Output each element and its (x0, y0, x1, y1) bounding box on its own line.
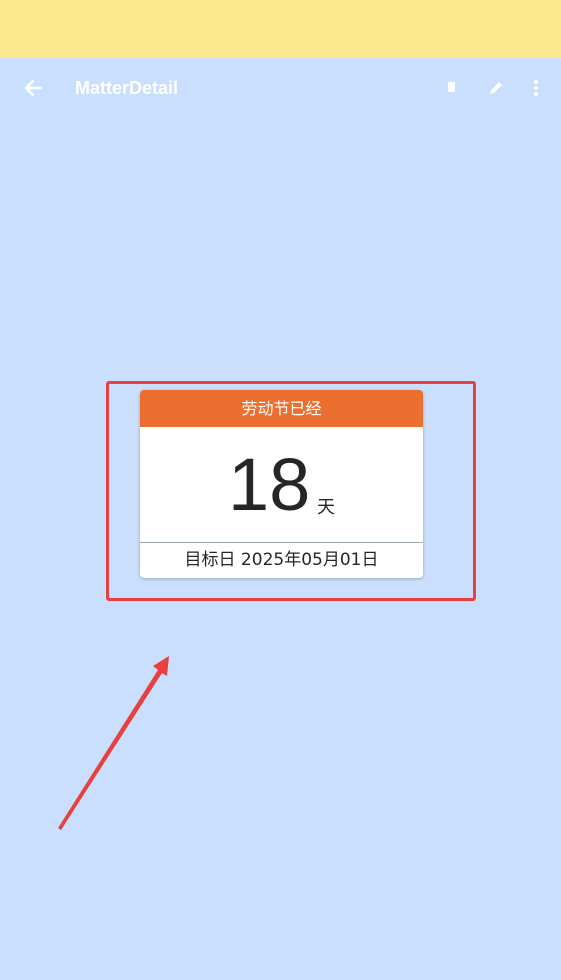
app-bar: MatterDetail (0, 58, 561, 118)
page-title: MatterDetail (75, 78, 179, 98)
arrow-back-icon[interactable] (18, 74, 48, 102)
more-vertical-icon[interactable] (524, 76, 548, 100)
delete-icon[interactable] (440, 76, 464, 100)
days-count: 18 (228, 443, 311, 526)
target-date: 目标日 2025年05月01日 (184, 550, 379, 570)
status-bar (0, 0, 561, 58)
days-unit: 天 (317, 497, 335, 518)
countdown-card[interactable]: 劳动节已经 18 天 目标日 2025年05月01日 (140, 390, 423, 578)
card-header: 劳动节已经 (140, 390, 423, 427)
card-body: 18 天 (140, 427, 423, 543)
edit-pencil-icon[interactable] (484, 76, 508, 100)
